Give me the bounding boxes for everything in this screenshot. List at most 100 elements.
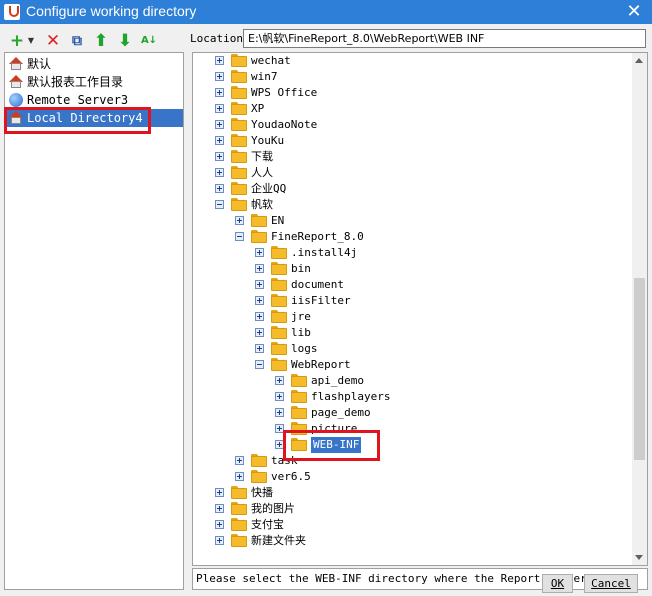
tree-node[interactable]: 快播 xyxy=(193,485,633,501)
expand-icon[interactable] xyxy=(215,184,224,193)
scroll-down-icon[interactable] xyxy=(635,555,643,560)
tree-node[interactable]: iisFilter xyxy=(193,293,633,309)
folder-icon xyxy=(291,374,307,388)
tree-node[interactable]: YoudaoNote xyxy=(193,117,633,133)
expand-icon[interactable] xyxy=(235,216,244,225)
tree-node[interactable]: lib xyxy=(193,325,633,341)
copy-icon[interactable]: ⧉ xyxy=(68,32,86,50)
expand-icon[interactable] xyxy=(215,488,224,497)
tree-node[interactable]: EN xyxy=(193,213,633,229)
tree-node[interactable]: ver6.5 xyxy=(193,469,633,485)
folder-icon xyxy=(271,310,287,324)
location-field[interactable]: E:\帆软\FineReport_8.0\WebReport\WEB INF xyxy=(243,29,646,48)
folder-icon xyxy=(231,166,247,180)
expand-icon[interactable] xyxy=(255,312,264,321)
status-message: Please select the WEB-INF directory wher… xyxy=(192,568,648,590)
tree-node[interactable]: page_demo xyxy=(193,405,633,421)
expand-icon[interactable] xyxy=(215,520,224,529)
tree-node[interactable]: picture xyxy=(193,421,633,437)
tree-node[interactable]: jre xyxy=(193,309,633,325)
expand-icon[interactable] xyxy=(215,536,224,545)
folder-icon xyxy=(271,326,287,340)
arrow-down-icon[interactable]: ⬇ xyxy=(116,32,134,50)
expand-icon[interactable] xyxy=(275,392,284,401)
expand-icon[interactable] xyxy=(235,472,244,481)
tree-node-label: wechat xyxy=(251,54,291,67)
directory-list-item[interactable]: 默认报表工作目录 xyxy=(7,73,183,91)
tree-node[interactable]: WEB-INF xyxy=(193,437,633,453)
folder-icon xyxy=(291,390,307,404)
tree-node[interactable]: .install4j xyxy=(193,245,633,261)
sort-az-icon[interactable]: A↓ xyxy=(140,32,158,50)
expand-icon[interactable] xyxy=(215,72,224,81)
expand-icon[interactable] xyxy=(215,88,224,97)
folder-icon xyxy=(271,246,287,260)
scroll-up-icon[interactable] xyxy=(635,58,643,63)
folder-icon xyxy=(271,342,287,356)
tree-node[interactable]: 新建文件夹 xyxy=(193,533,633,549)
collapse-icon[interactable] xyxy=(215,200,224,209)
expand-icon[interactable] xyxy=(215,120,224,129)
tree-node[interactable]: task xyxy=(193,453,633,469)
directory-list-item[interactable]: 默认 xyxy=(7,55,183,73)
arrow-up-icon[interactable]: ⬆ xyxy=(92,32,110,50)
expand-icon[interactable] xyxy=(215,152,224,161)
tree-node[interactable]: api_demo xyxy=(193,373,633,389)
tree-node[interactable]: YouKu xyxy=(193,133,633,149)
expand-icon[interactable] xyxy=(215,136,224,145)
tree-node[interactable]: 人人 xyxy=(193,165,633,181)
expand-icon[interactable] xyxy=(215,56,224,65)
location-label: Location: xyxy=(190,32,250,45)
expand-icon[interactable] xyxy=(215,168,224,177)
expand-icon[interactable] xyxy=(255,280,264,289)
tree-node[interactable]: wechat xyxy=(193,53,633,69)
tree-node[interactable]: 支付宝 xyxy=(193,517,633,533)
tree-node[interactable]: 我的图片 xyxy=(193,501,633,517)
folder-icon xyxy=(231,198,247,212)
delete-x-icon[interactable]: ✕ xyxy=(44,32,62,50)
highlight-box-web-inf xyxy=(283,430,380,461)
expand-icon[interactable] xyxy=(275,376,284,385)
expand-icon[interactable] xyxy=(255,264,264,273)
tree-node[interactable]: WebReport xyxy=(193,357,633,373)
dropdown-arrow-icon[interactable]: ▼ xyxy=(22,32,40,50)
tree-node-label: flashplayers xyxy=(311,390,391,403)
tree-node-label: EN xyxy=(271,214,285,227)
expand-icon[interactable] xyxy=(255,248,264,257)
tree-node-label: iisFilter xyxy=(291,294,351,307)
tree-node-label: YouKu xyxy=(251,134,285,147)
cancel-button[interactable]: Cancel xyxy=(584,574,638,593)
scrollbar-thumb[interactable] xyxy=(634,278,645,460)
expand-icon[interactable] xyxy=(255,296,264,305)
tree-node-label: win7 xyxy=(251,70,278,83)
globe-icon xyxy=(9,93,23,107)
tree-node[interactable]: bin xyxy=(193,261,633,277)
collapse-icon[interactable] xyxy=(255,360,264,369)
tree-node[interactable]: WPS Office xyxy=(193,85,633,101)
tree-node[interactable]: 帆软 xyxy=(193,197,633,213)
folder-icon xyxy=(231,118,247,132)
highlight-box-local-directory xyxy=(4,107,151,134)
folder-tree[interactable]: wechat win7 WPS Office XP YoudaoNote YouKu 下载… xyxy=(192,52,648,566)
tree-node[interactable]: logs xyxy=(193,341,633,357)
folder-icon xyxy=(231,534,247,548)
tree-node[interactable]: 下载 xyxy=(193,149,633,165)
tree-scrollbar[interactable] xyxy=(632,53,647,565)
expand-icon[interactable] xyxy=(255,344,264,353)
close-icon[interactable]: ✕ xyxy=(624,0,644,24)
ok-button[interactable]: OK xyxy=(542,574,573,593)
collapse-icon[interactable] xyxy=(235,232,244,241)
tree-node[interactable]: win7 xyxy=(193,69,633,85)
expand-icon[interactable] xyxy=(215,104,224,113)
expand-icon[interactable] xyxy=(255,328,264,337)
tree-node[interactable]: FineReport_8.0 xyxy=(193,229,633,245)
tree-node-label: ver6.5 xyxy=(271,470,311,483)
expand-icon[interactable] xyxy=(215,504,224,513)
expand-icon[interactable] xyxy=(275,408,284,417)
expand-icon[interactable] xyxy=(235,456,244,465)
tree-node[interactable]: 企业QQ xyxy=(193,181,633,197)
tree-node[interactable]: document xyxy=(193,277,633,293)
title-bar: Configure working directory ✕ xyxy=(0,0,652,24)
tree-node[interactable]: XP xyxy=(193,101,633,117)
tree-node[interactable]: flashplayers xyxy=(193,389,633,405)
